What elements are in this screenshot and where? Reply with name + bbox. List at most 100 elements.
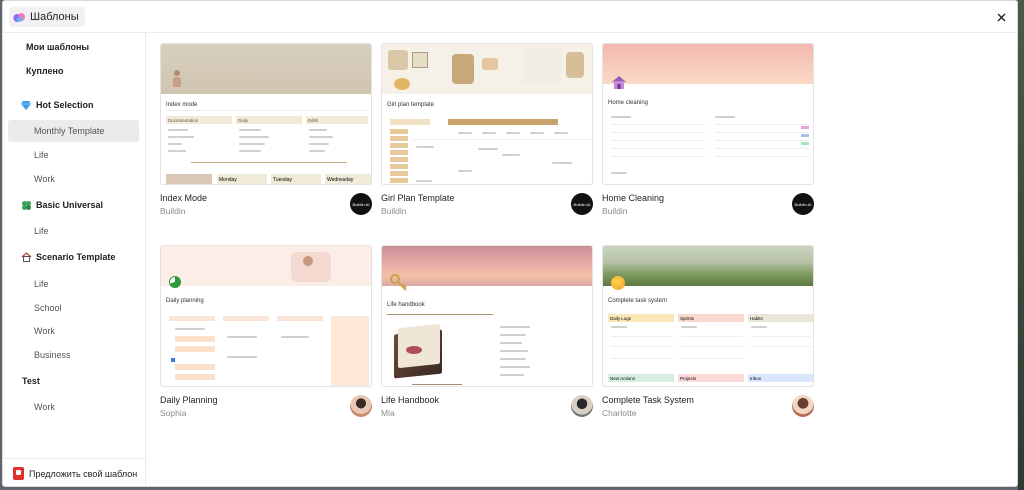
placeholder-line — [681, 326, 697, 328]
emoji-icon — [611, 276, 625, 290]
placeholder-line — [611, 326, 627, 328]
thumb-column-header: Documentation — [166, 116, 232, 124]
placeholder-line — [458, 132, 472, 134]
placeholder-line — [168, 129, 188, 131]
thumb-title: Life handbook — [387, 302, 425, 308]
divider — [412, 384, 462, 385]
placeholder-line — [554, 132, 568, 134]
template-card[interactable]: Home cleaning Home Cleaning Buildin Buil… — [602, 43, 814, 221]
template-card[interactable]: Girl plan template Girl Plan Template Bu… — [381, 43, 593, 221]
header-bar — [448, 119, 558, 125]
template-thumbnail: Complete task system Daily Logs Sprints … — [602, 245, 814, 387]
sidebar-item-scenario-business[interactable]: Business — [8, 344, 139, 366]
cover-image — [161, 246, 371, 286]
thumb-column-header: Projects — [678, 374, 744, 382]
divider — [412, 139, 590, 140]
modal-title-text: Шаблоны — [30, 11, 79, 23]
divider — [611, 148, 705, 149]
placeholder-line — [552, 162, 572, 164]
placeholder-line — [309, 143, 329, 145]
placeholder-line — [168, 136, 194, 138]
sidebar-item-label: Мои шаблоны — [26, 42, 90, 52]
sidebar-group-scenario-template[interactable]: Scenario Template — [8, 246, 139, 268]
sidebar-item-basic-life[interactable]: Life — [8, 220, 139, 242]
divider — [611, 156, 705, 157]
sidebar-item-scenario-school[interactable]: School — [8, 297, 139, 319]
sidebar-group-test[interactable]: Test — [8, 370, 139, 392]
buildin-logo-icon: Buildin.AI — [350, 193, 372, 215]
sidebar-item-hot-work[interactable]: Work — [8, 168, 139, 190]
placeholder-line — [227, 356, 257, 358]
suggest-icon — [13, 467, 24, 480]
cover-image — [603, 44, 813, 84]
divider — [751, 346, 811, 347]
sidebar-group-hot-selection[interactable]: Hot Selection — [8, 94, 139, 116]
placeholder-line — [309, 129, 327, 131]
divider — [715, 124, 809, 125]
template-thumbnail: Daily planning — [160, 245, 372, 387]
template-card[interactable]: Complete task system Daily Logs Sprints … — [602, 245, 814, 423]
placeholder-line — [611, 116, 631, 118]
template-card[interactable]: Life handbook Life Handbook Mia — [381, 245, 593, 423]
event-block — [175, 336, 215, 342]
close-icon — [997, 13, 1005, 21]
brand-label: Buildin.AI — [573, 201, 591, 207]
template-card[interactable]: Daily planning Daily Planning Sophia — [160, 245, 372, 423]
placeholder-line — [715, 116, 735, 118]
divider — [166, 110, 368, 111]
thumb-column-header: Next Actions — [608, 374, 674, 382]
placeholder-line — [309, 136, 333, 138]
avatar — [571, 395, 593, 417]
divider — [611, 132, 705, 133]
sidebar-item-purchased[interactable]: Куплено — [8, 60, 139, 82]
avatar — [792, 395, 814, 417]
placeholder-line — [175, 328, 205, 330]
placeholder-line — [611, 172, 627, 174]
divider — [681, 346, 743, 347]
side-panel — [331, 316, 369, 386]
placeholder-line — [502, 154, 520, 156]
thumb-column-header: Sprints — [678, 314, 744, 322]
sidebar-item-label: Life — [34, 226, 49, 236]
sidebar-item-label: Life — [34, 279, 49, 289]
placeholder-line — [500, 334, 526, 336]
day-image — [166, 174, 212, 184]
book-image — [390, 322, 446, 382]
sidebar-item-label: Life — [34, 150, 49, 160]
sidebar-item-scenario-work[interactable]: Work — [8, 320, 139, 342]
event-block — [175, 374, 215, 380]
sidebar-item-hot-life[interactable]: Life — [8, 144, 139, 166]
placeholder-line — [168, 143, 182, 145]
diamond-icon — [20, 99, 32, 111]
template-thumbnail: Home cleaning — [602, 43, 814, 185]
column-header — [169, 316, 215, 321]
placeholder-line — [239, 129, 261, 131]
thumb-column-header: Inbox — [748, 374, 813, 382]
buildin-logo-icon: Buildin.AI — [792, 193, 814, 215]
backdrop — [1018, 0, 1024, 490]
sidebar-item-label: Work — [34, 174, 55, 184]
close-button[interactable] — [991, 7, 1011, 27]
placeholder-line — [458, 170, 472, 172]
figurine-icon — [173, 70, 181, 88]
modal-title: Шаблоны — [9, 7, 85, 27]
divider — [715, 132, 809, 133]
divider — [611, 124, 705, 125]
sidebar-item-test-work[interactable]: Work — [8, 396, 139, 418]
event-block — [175, 346, 215, 352]
thumb-column-header: Daily Logs — [608, 314, 674, 322]
template-card[interactable]: Index mode Documentation Daily Edith Mon… — [160, 43, 372, 221]
tag — [801, 134, 809, 137]
sidebar-item-monthly-template[interactable]: Monthly Template — [8, 120, 139, 142]
placeholder-line — [416, 180, 432, 182]
sidebar-item-scenario-life[interactable]: Life — [8, 273, 139, 295]
tag — [801, 142, 809, 145]
suggest-template-button[interactable]: Предложить свой шаблон — [3, 458, 146, 486]
cover-image — [161, 44, 371, 94]
cover-image — [382, 44, 592, 94]
placeholder-line — [500, 326, 530, 328]
sidebar-group-basic-universal[interactable]: Basic Universal — [8, 194, 139, 216]
house-icon — [20, 251, 32, 263]
sidebar-item-label: Basic Universal — [36, 200, 104, 210]
sidebar-item-my-templates[interactable]: Мои шаблоны — [8, 36, 139, 58]
